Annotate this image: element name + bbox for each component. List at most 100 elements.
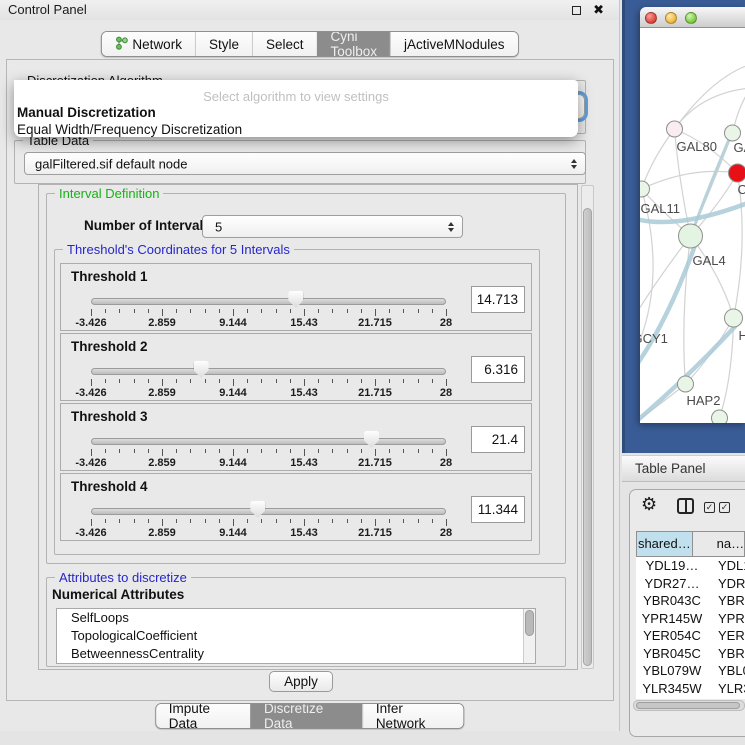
tick-label: 2.859 [148, 317, 176, 329]
num-intervals-combobox[interactable]: 5 [202, 215, 463, 238]
attributes-scrollbar[interactable] [523, 609, 535, 663]
tab-network[interactable]: Network [101, 32, 195, 56]
tick-label: 9.144 [219, 387, 247, 399]
network-node[interactable] [725, 309, 743, 327]
algorithm-option-manual-discretization[interactable]: Manual Discretization [14, 104, 578, 121]
slider-thumb[interactable] [250, 501, 265, 518]
network-node[interactable] [667, 121, 683, 137]
threshold-label: Threshold 1 [71, 269, 148, 284]
close-icon[interactable]: ✖ [593, 2, 604, 18]
network-node[interactable] [679, 224, 703, 248]
cell-name: YLR3 [708, 680, 745, 698]
numerical-attributes-list[interactable]: SelfLoopsTopologicalCoefficientBetweenne… [56, 608, 536, 664]
table-hscrollbar[interactable] [633, 700, 745, 711]
slider-thumb[interactable] [288, 291, 303, 308]
table-row[interactable]: YBR045CYBR0 [636, 645, 745, 663]
threshold-row: Threshold 4-3.4262.8599.14415.4321.71528… [60, 473, 532, 541]
cell-shared-name: YBL079W [636, 662, 708, 680]
network-graph: GAL80GAL11GAL4GCY1HAP2GACH [640, 28, 745, 423]
table-row[interactable]: YDL19…YDL1 [636, 557, 745, 575]
node-table-header: shared… na… [636, 531, 745, 557]
tick-label: 2.859 [148, 527, 176, 539]
algorithm-dropdown-popup: Select algorithm to view settings Manual… [14, 80, 578, 137]
threshold-row: Threshold 1 -3.4262.8599.14415.4321.71528… [60, 263, 532, 331]
tab-label: Discretize Data [264, 703, 349, 729]
column-header-shared-name[interactable]: shared… [636, 531, 693, 557]
table-row[interactable]: YIL052CYIL0 [636, 697, 745, 699]
network-node[interactable] [712, 410, 728, 423]
checkbox-icon[interactable]: ✓ [719, 502, 730, 513]
control-panel-titlebar: Control Panel ✖ [0, 0, 619, 20]
checkbox-icon[interactable]: ✓ [704, 502, 715, 513]
cell-shared-name: YDR27… [636, 575, 708, 593]
attribute-item-betweennesscentrality[interactable]: BetweennessCentrality [57, 645, 535, 663]
node-label: GAL4 [693, 253, 726, 268]
tab-cyni-toolbox[interactable]: Cyni Toolbox [316, 32, 390, 56]
tick-label: 9.144 [219, 457, 247, 469]
threshold-value-field[interactable]: 14.713 [471, 286, 525, 313]
cell-name: YDL1 [708, 557, 745, 575]
table-row[interactable]: YBR043CYBR0 [636, 592, 745, 610]
threshold-value-field[interactable]: 6.316 [471, 356, 525, 383]
tick-label: 28 [440, 527, 452, 539]
cell-shared-name: YBR043C [636, 592, 708, 610]
main-scrollbar-thumb[interactable] [583, 208, 592, 666]
columns-icon[interactable] [677, 498, 694, 514]
tab-label: jActiveMNodules [404, 37, 505, 52]
node-table[interactable]: shared… na… YDL19…YDL1YDR27…YDR2YBR043CY… [636, 531, 745, 699]
slider-thumb[interactable] [194, 361, 209, 378]
node-label: GAL80 [677, 139, 717, 154]
table-row[interactable]: YDR27…YDR2 [636, 575, 745, 593]
num-intervals-label: Number of Intervals [84, 218, 211, 233]
slider-ticks: -3.4262.8599.14415.4321.71528 [91, 379, 446, 399]
slider-thumb[interactable] [364, 431, 379, 448]
table-row[interactable]: YPR145WYPR1 [636, 610, 745, 628]
tab-impute-data[interactable]: Impute Data [156, 704, 250, 728]
slider-track[interactable] [91, 368, 446, 375]
attribute-items: SelfLoopsTopologicalCoefficientBetweenne… [57, 609, 535, 663]
table-hscrollbar-thumb[interactable] [636, 702, 740, 709]
attribute-item-topologicalcoefficient[interactable]: TopologicalCoefficient [57, 627, 535, 645]
table-row[interactable]: YLR345WYLR3 [636, 680, 745, 698]
close-traffic-light-icon[interactable] [645, 12, 657, 24]
main-scrollbar[interactable] [581, 185, 594, 669]
tab-jactivemnodules[interactable]: jActiveMNodules [390, 32, 518, 56]
tab-infer-network[interactable]: Infer Network [362, 704, 463, 728]
cell-shared-name: YIL052C [636, 697, 708, 699]
node-label: HAP2 [687, 393, 721, 408]
threshold-value-field[interactable]: 11.344 [471, 496, 525, 523]
gear-icon[interactable]: ⚙ [641, 494, 657, 515]
network-view[interactable]: GAL80GAL11GAL4GCY1HAP2GACH [640, 28, 745, 423]
threshold-row: Threshold 3-3.4262.8599.14415.4321.71528… [60, 403, 532, 471]
algorithm-option-equal-width-frequency-discretization[interactable]: Equal Width/Frequency Discretization [14, 121, 578, 137]
slider-ticks: -3.4262.8599.14415.4321.71528 [91, 309, 446, 329]
tab-label: Impute Data [169, 703, 237, 729]
apply-button[interactable]: Apply [269, 671, 333, 692]
slider-track[interactable] [91, 438, 446, 445]
tick-label: -3.426 [75, 317, 106, 329]
cell-name: YER0 [708, 627, 745, 645]
zoom-traffic-light-icon[interactable] [685, 12, 697, 24]
slider-track[interactable] [91, 508, 446, 515]
attribute-item-selfloops[interactable]: SelfLoops [57, 609, 535, 627]
column-header-name[interactable]: na… [693, 531, 745, 557]
table-row[interactable]: YBL079WYBL0 [636, 662, 745, 680]
table-data-combobox[interactable]: galFiltered.sif default node [24, 152, 586, 175]
attributes-scrollbar-thumb[interactable] [525, 610, 534, 636]
minimize-traffic-light-icon[interactable] [665, 12, 677, 24]
screen: Control Panel ✖ NetworkStyleSelectCyni T… [0, 0, 745, 745]
network-node[interactable] [725, 125, 741, 141]
threshold-value-field[interactable]: 21.4 [471, 426, 525, 453]
float-window-icon[interactable] [572, 6, 581, 15]
table-row[interactable]: YER054CYER0 [636, 627, 745, 645]
algorithm-prompt: Select algorithm to view settings [14, 89, 578, 104]
slider-track[interactable] [91, 298, 446, 305]
tab-discretize-data[interactable]: Discretize Data [250, 704, 362, 728]
control-panel-title: Control Panel [8, 2, 87, 17]
node-label: GCY1 [640, 331, 668, 346]
tab-select[interactable]: Select [252, 32, 317, 56]
network-node[interactable] [729, 164, 745, 182]
network-node[interactable] [640, 181, 650, 197]
network-node[interactable] [678, 376, 694, 392]
tab-style[interactable]: Style [195, 32, 252, 56]
